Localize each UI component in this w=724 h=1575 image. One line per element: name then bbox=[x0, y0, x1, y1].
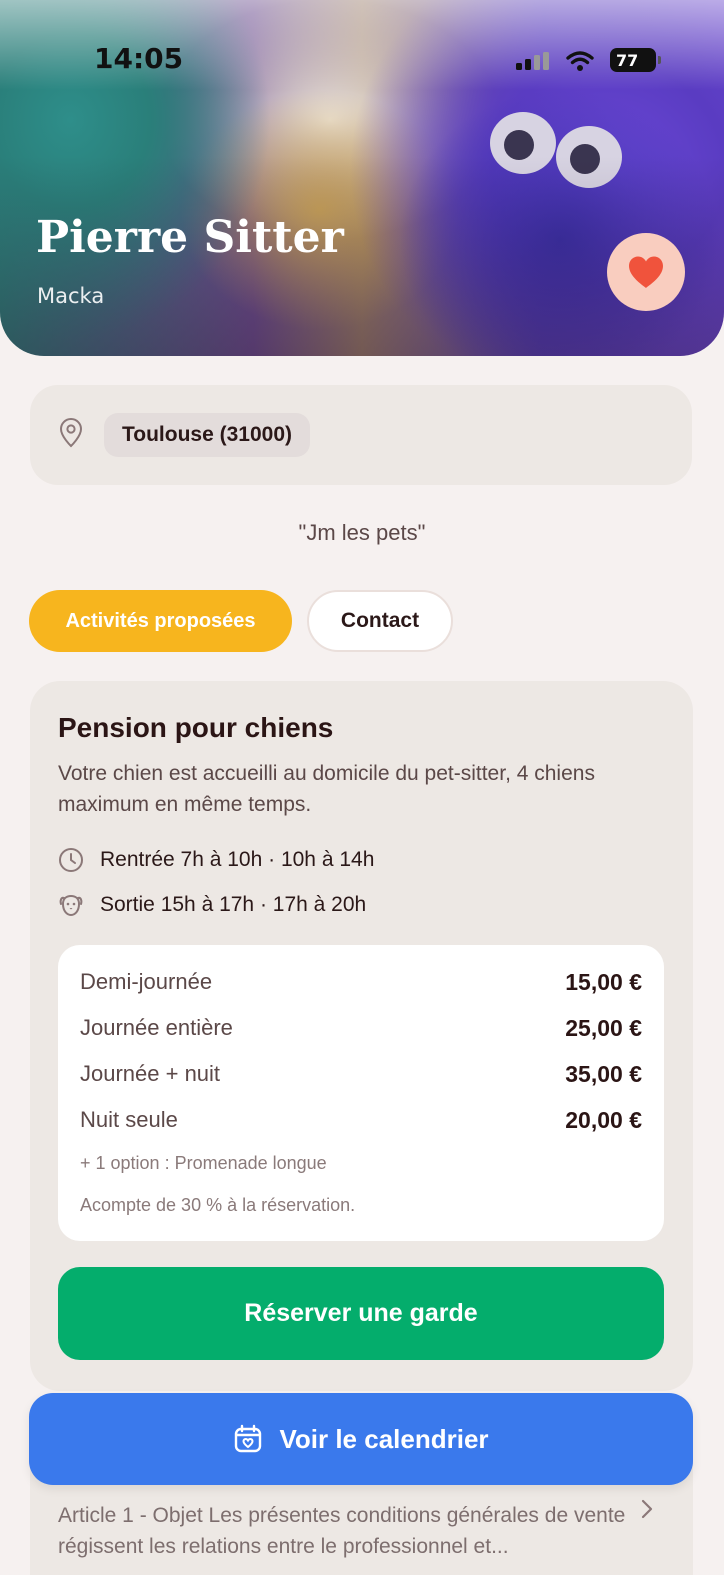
price-value: 25,00 € bbox=[565, 1014, 642, 1041]
sitter-quote: "Jm les pets" bbox=[298, 520, 426, 545]
price-value: 15,00 € bbox=[565, 968, 642, 995]
service-description: Votre chien est accueilli au domicile du… bbox=[58, 762, 595, 816]
heart-icon bbox=[629, 256, 663, 288]
price-label: Demi-journée bbox=[80, 969, 213, 994]
status-time: 14:05 bbox=[94, 42, 184, 75]
price-value: 35,00 € bbox=[565, 1060, 642, 1087]
exit-hours: Sortie 15h à 17h · 17h à 20h bbox=[58, 890, 366, 920]
sitter-name: Pierre Sitter bbox=[36, 212, 344, 263]
price-row: Journée entière 25,00 € bbox=[80, 1011, 642, 1045]
price-row: Demi-journée 15,00 € bbox=[80, 965, 642, 999]
service-title: Pension pour chiens bbox=[58, 712, 334, 743]
price-row: Journée + nuit 35,00 € bbox=[80, 1057, 642, 1091]
chevron-right-icon bbox=[641, 1499, 653, 1519]
entry-hours-text: Rentrée 7h à 10h · 10h à 14h bbox=[100, 848, 375, 871]
price-table: Demi-journée 15,00 € Journée entière 25,… bbox=[58, 945, 664, 1241]
favorite-button[interactable] bbox=[607, 233, 685, 311]
pet-name: Macka bbox=[37, 284, 105, 308]
terms-excerpt: Article 1 - Objet Les présentes conditio… bbox=[58, 1504, 626, 1558]
price-label: Journée + nuit bbox=[80, 1061, 221, 1086]
tab-activities[interactable]: Activités proposées bbox=[29, 590, 292, 652]
exit-hours-text: Sortie 15h à 17h · 17h à 20h bbox=[100, 893, 367, 916]
dog-face-icon bbox=[59, 894, 83, 917]
wifi-icon bbox=[566, 51, 594, 71]
location-chip[interactable]: Toulouse (31000) bbox=[104, 413, 310, 457]
status-bar: 14:05 77 bbox=[0, 40, 724, 80]
signal-icon bbox=[516, 52, 549, 70]
option-note: + 1 option : Promenade longue bbox=[80, 1153, 327, 1173]
battery-indicator: 77 bbox=[610, 48, 661, 72]
calendar-button[interactable]: Voir le calendrier bbox=[29, 1393, 693, 1485]
price-row: Nuit seule 20,00 € bbox=[80, 1103, 642, 1137]
battery-level: 77 bbox=[616, 50, 639, 70]
clock-icon bbox=[59, 848, 83, 872]
tab-contact[interactable]: Contact bbox=[307, 590, 453, 652]
calendar-heart-icon bbox=[235, 1424, 262, 1453]
price-label: Nuit seule bbox=[80, 1107, 178, 1132]
calendar-button-label: Voir le calendrier bbox=[279, 1423, 489, 1454]
price-value: 20,00 € bbox=[565, 1106, 642, 1133]
reserve-button[interactable]: Réserver une garde bbox=[58, 1267, 664, 1360]
price-label: Journée entière bbox=[80, 1015, 233, 1040]
map-pin-icon bbox=[59, 418, 83, 448]
entry-hours: Rentrée 7h à 10h · 10h à 14h bbox=[58, 845, 374, 875]
deposit-note: Acompte de 30 % à la réservation. bbox=[80, 1195, 356, 1215]
